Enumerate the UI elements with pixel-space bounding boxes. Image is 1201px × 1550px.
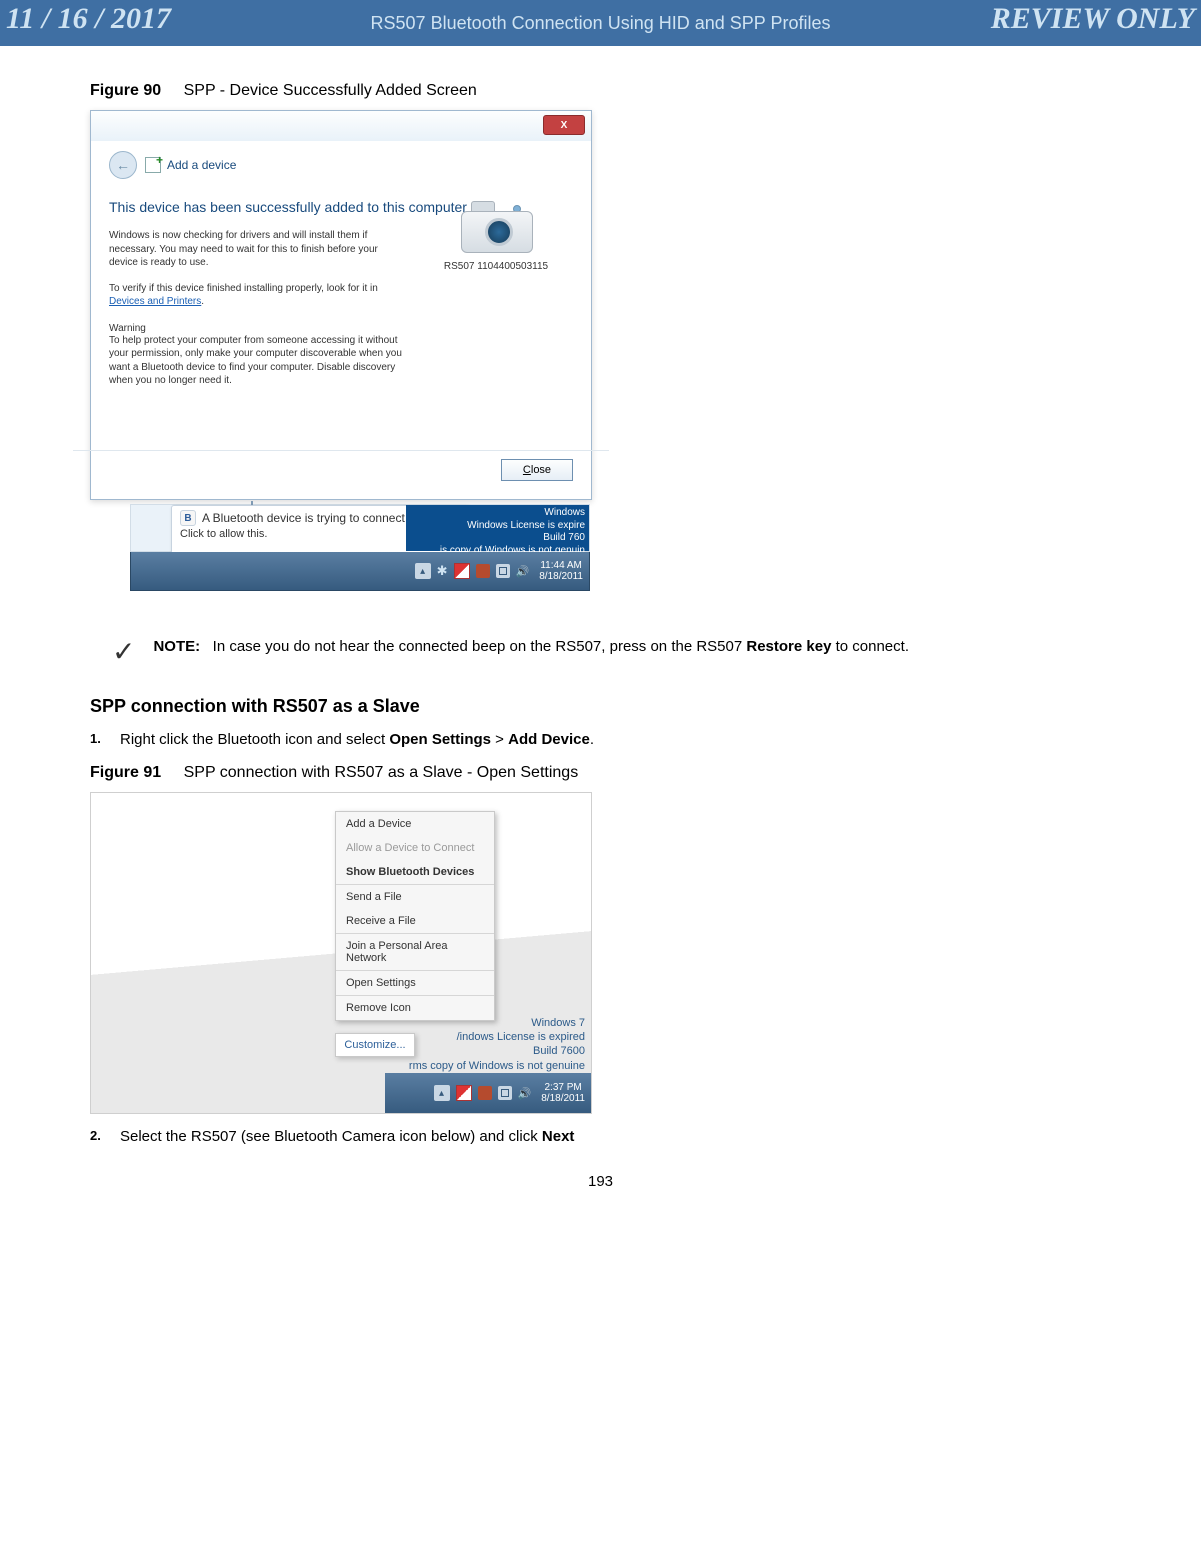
clock-time: 11:44 AM [539,560,583,571]
windows-license-overlay: Windows Windows License is expire Build … [406,505,589,551]
winlic-l1: Windows [410,507,585,520]
step-2: Select the RS507 (see Bluetooth Camera i… [90,1128,1111,1145]
verify-b: . [201,296,204,307]
ctx-receive-file[interactable]: Receive a File [336,909,494,933]
figure91-caption: Figure 91 SPP connection with RS507 as a… [90,764,1111,782]
note-block: ✓ NOTE: In case you do not hear the conn… [112,638,1111,666]
balloon-title: A Bluetooth device is trying to connect [202,511,405,525]
device-label: RS507 1104400503115 [421,261,571,272]
banner-title: RS507 Bluetooth Connection Using HID and… [371,13,831,34]
bt-context-menu: Add a Device Allow a Device to Connect S… [335,811,495,1021]
winlic2-l2: /indows License is expired [400,1030,585,1044]
s2-a: Select the RS507 (see Bluetooth Camera i… [120,1128,542,1145]
devices-printers-link[interactable]: Devices and Printers [109,296,201,307]
step-1: Right click the Bluetooth icon and selec… [90,731,1111,748]
close-rest: lose [531,464,551,476]
back-button[interactable]: ← [109,151,137,179]
figure90-text: SPP - Device Successfully Added Screen [184,82,477,99]
tray-up-icon[interactable]: ▴ [415,563,431,579]
taskbar-screenshot-1: B A Bluetooth device is trying to connec… [90,504,590,588]
add-device-window: X ← Add a device This device has been su… [90,110,592,500]
figure90-label: Figure 90 [90,82,161,99]
open-settings-screenshot: Add a Device Allow a Device to Connect S… [90,792,592,1114]
windows-license-overlay-2: Windows 7 /indows License is expired Bui… [400,1016,591,1073]
ctx-send-file[interactable]: Send a File [336,885,494,909]
window-titlebar [91,111,591,141]
close-u: C [523,464,531,476]
winlic-l3: Build 760 [410,532,585,545]
figure90-caption: Figure 90 SPP - Device Successfully Adde… [90,82,1111,100]
tray2-clock[interactable]: 2:37 PM 8/18/2011 [541,1082,585,1104]
close-x-glyph: X [561,120,568,131]
winlic2-l3: Build 7600 [400,1044,585,1058]
s1-dot: . [590,731,594,748]
note-bold: Restore key [746,638,831,655]
tray2-up-icon[interactable]: ▴ [434,1085,450,1101]
s1-b1: Open Settings [389,731,491,748]
clock2-time: 2:37 PM [541,1082,585,1093]
checkmark-icon: ✓ [112,638,135,666]
section-heading: SPP connection with RS507 as a Slave [90,696,1111,717]
figure91-label: Figure 91 [90,764,161,781]
tray-speaker-icon[interactable]: 🔊 [516,565,530,578]
ctx-add-device[interactable]: Add a Device [336,812,494,836]
verify-a: To verify if this device finished instal… [109,283,378,294]
warning-text: To help protect your computer from someo… [109,334,409,388]
winlic2-l1: Windows 7 [400,1016,585,1030]
close-button[interactable]: Close [501,459,573,481]
tray-shield-icon[interactable] [476,564,490,578]
note-label: NOTE: [153,638,200,655]
tray-bt-icon[interactable]: ✱ [437,563,448,579]
ctx-open-settings[interactable]: Open Settings [336,971,494,995]
figure91-text: SPP connection with RS507 as a Slave - O… [184,764,579,781]
taskbar-screenshot-2: ▴ 🔊 2:37 PM 8/18/2011 [385,1073,591,1113]
s1-a: Right click the Bluetooth icon and selec… [120,731,389,748]
tray2-speaker-icon[interactable]: 🔊 [518,1087,532,1100]
banner-date: 11 / 16 / 2017 [6,2,171,36]
tray2-network-icon[interactable] [498,1086,512,1100]
clock2-date: 8/18/2011 [541,1093,585,1104]
ctx-show-bt-devices[interactable]: Show Bluetooth Devices [336,860,494,884]
camera-icon [461,201,531,253]
device-preview: RS507 1104400503115 [421,201,571,272]
note-b: to connect. [831,638,909,655]
tray-flag-icon[interactable] [454,563,470,579]
winlic-l2: Windows License is expire [410,520,585,533]
ctx-allow-connect: Allow a Device to Connect [336,836,494,860]
add-device-title: Add a device [167,158,236,172]
page-number: 193 [90,1173,1111,1190]
window-close-button[interactable]: X [543,115,585,135]
watermark-banner: 11 / 16 / 2017 RS507 Bluetooth Connectio… [0,0,1201,46]
tray-network-icon[interactable] [496,564,510,578]
s2-b: Next [542,1128,575,1145]
banner-review: REVIEW ONLY [991,2,1195,36]
s1-gt: > [491,731,508,748]
tray2-flag-icon[interactable] [456,1085,472,1101]
note-a: In case you do not hear the connected be… [213,638,747,655]
verify-text: To verify if this device finished instal… [109,282,409,309]
add-device-icon [145,157,161,173]
driver-text: Windows is now checking for drivers and … [109,229,409,270]
warning-heading: Warning [109,323,573,334]
s1-b2: Add Device [508,731,590,748]
clock-date: 8/18/2011 [539,571,583,582]
winlic2-l4: rms copy of Windows is not genuine [400,1059,585,1073]
tray2-shield-icon[interactable] [478,1086,492,1100]
ctx-join-pan[interactable]: Join a Personal Area Network [336,934,494,970]
tray-clock[interactable]: 11:44 AM 8/18/2011 [539,560,583,582]
bluetooth-icon: B [180,510,196,526]
